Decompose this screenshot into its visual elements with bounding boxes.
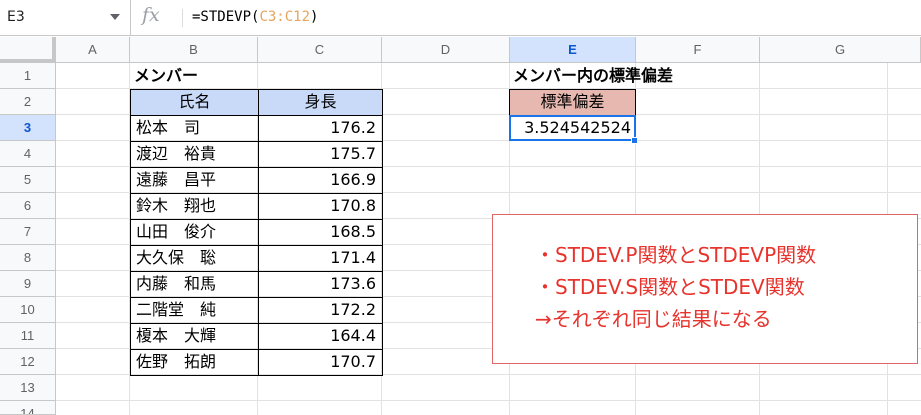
row-header-14[interactable]: 14 [0, 401, 56, 415]
row-header-3[interactable]: 3 [0, 115, 56, 141]
member-name-cell[interactable]: 遠藤 昌平 [130, 167, 259, 194]
member-height-cell[interactable]: 175.7 [258, 141, 383, 168]
member-height-cell[interactable]: 172.2 [258, 297, 383, 324]
formula-input[interactable]: =STDEVP(C3:C12) [192, 9, 318, 25]
member-height-cell[interactable]: 164.4 [258, 323, 383, 350]
formula-range: C3:C12 [259, 9, 311, 25]
member-height-cell[interactable]: 173.6 [258, 271, 383, 298]
active-cell-border [509, 115, 636, 141]
member-height-cell[interactable]: 170.7 [258, 349, 383, 376]
row-header-5[interactable]: 5 [0, 167, 56, 193]
select-all-corner[interactable] [0, 37, 56, 63]
column-header-e[interactable]: E [510, 37, 636, 63]
member-name-cell[interactable]: 松本 司 [130, 115, 259, 142]
column-header-f[interactable]: F [636, 37, 760, 63]
row-header-12[interactable]: 12 [0, 349, 56, 375]
member-height-cell[interactable]: 176.2 [258, 115, 383, 142]
row-header-11[interactable]: 11 [0, 323, 56, 349]
row-header-4[interactable]: 4 [0, 141, 56, 167]
formula-suffix: ) [310, 9, 319, 25]
name-box-text: E3 [7, 9, 25, 25]
member-name-cell[interactable]: 渡辺 裕貴 [130, 141, 259, 168]
member-name-cell[interactable]: 二階堂 純 [130, 297, 259, 324]
member-name-cell[interactable]: 鈴木 翔也 [130, 193, 259, 220]
row-header-2[interactable]: 2 [0, 89, 56, 115]
member-height-cell[interactable]: 170.8 [258, 193, 383, 220]
row-header-1[interactable]: 1 [0, 63, 56, 89]
column-header-g[interactable]: G [760, 37, 921, 63]
row-header-6[interactable]: 6 [0, 193, 56, 219]
row-header-13[interactable]: 13 [0, 375, 56, 401]
stdev-title: メンバー内の標準偏差 [513, 66, 674, 85]
member-height-cell[interactable]: 171.4 [258, 245, 383, 272]
row-header-7[interactable]: 7 [0, 219, 56, 245]
member-name-cell[interactable]: 榎本 大輝 [130, 323, 259, 350]
row-header-9[interactable]: 9 [0, 271, 56, 297]
chevron-down-icon[interactable] [110, 14, 120, 20]
formula-divider [182, 9, 183, 27]
header-height[interactable]: 身長 [258, 89, 383, 116]
header-name[interactable]: 氏名 [130, 89, 259, 116]
member-name-cell[interactable]: 大久保 聡 [130, 245, 259, 272]
member-height-cell[interactable]: 166.9 [258, 167, 383, 194]
column-header-c[interactable]: C [258, 37, 382, 63]
fill-handle[interactable] [631, 137, 638, 144]
member-name-cell[interactable]: 山田 俊介 [130, 219, 259, 246]
column-header-a[interactable]: A [56, 37, 130, 63]
note-textbox[interactable]: ・STDEV.P関数とSTDEVP関数 ・STDEV.S関数とSTDEV関数 →… [492, 214, 918, 364]
member-name-cell[interactable]: 佐野 拓朗 [130, 349, 259, 376]
formula-bar: E3 fx =STDEVP(C3:C12) [0, 0, 921, 36]
note-line: →それぞれ同じ結果になる [535, 307, 772, 331]
row-header-10[interactable]: 10 [0, 297, 56, 323]
member-name-cell[interactable]: 内藤 和馬 [130, 271, 259, 298]
member-height-cell[interactable]: 168.5 [258, 219, 383, 246]
members-title: メンバー [134, 66, 199, 85]
fx-icon: fx [142, 4, 160, 26]
note-line: ・STDEV.S関数とSTDEV関数 [535, 275, 805, 299]
grid-line [56, 400, 921, 401]
name-box[interactable]: E3 [0, 0, 131, 36]
formula-prefix: =STDEVP( [192, 9, 260, 25]
column-header-d[interactable]: D [382, 37, 510, 63]
stdev-header[interactable]: 標準偏差 [509, 89, 636, 116]
row-header-8[interactable]: 8 [0, 245, 56, 271]
note-line: ・STDEV.P関数とSTDEVP関数 [535, 243, 817, 267]
column-header-b[interactable]: B [130, 37, 258, 63]
